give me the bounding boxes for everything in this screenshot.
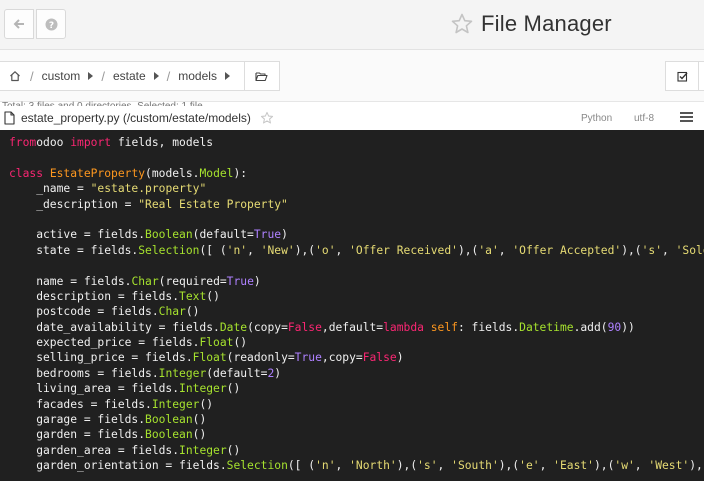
code-line: active = fields.Boolean(default=True) — [9, 228, 288, 242]
language-selector[interactable]: Python — [581, 113, 612, 124]
open-folder-button[interactable] — [243, 62, 268, 90]
code-line: garden_area = fields.Integer() — [9, 443, 241, 457]
code-line: garden = fields.Boolean() — [9, 428, 207, 442]
code-line: state = fields.Selection([ ('n', 'New'),… — [9, 243, 704, 257]
code-line: postcode = fields.Char() — [9, 305, 200, 319]
code-line: _name = "estate.property" — [9, 182, 207, 196]
encoding-selector[interactable]: utf-8 — [634, 113, 654, 124]
breadcrumb-label: custom — [41, 69, 81, 83]
code-line: living_area = fields.Integer() — [9, 382, 241, 396]
code-line: fromodoo import fields, models — [9, 136, 214, 149]
top-bar: ? File Manager — [0, 0, 704, 50]
page-title: File Manager — [481, 11, 612, 36]
code-content[interactable]: fromodoo import fields, models class Esta… — [9, 135, 704, 474]
code-line: expected_price = fields.Float() — [9, 336, 248, 350]
star-outline-icon[interactable] — [450, 12, 474, 36]
help-button[interactable]: ? — [36, 9, 66, 39]
code-line: garden_orientation = fields.Selection([ … — [9, 459, 704, 473]
code-line: bedrooms = fields.Integer(default=2) — [9, 366, 282, 380]
code-editor[interactable]: fromodoo import fields, models class Esta… — [0, 130, 704, 481]
svg-text:?: ? — [48, 21, 53, 31]
home-icon — [10, 71, 20, 82]
breadcrumb-bar: / custom / estate / models — [0, 50, 704, 102]
caret-right-icon[interactable] — [224, 72, 230, 80]
star-outline-icon[interactable] — [260, 111, 274, 125]
breadcrumb-label: estate — [112, 69, 146, 83]
check-square-icon — [676, 71, 688, 82]
file-header: estate_property.py (/custom/estate/model… — [0, 106, 704, 130]
breadcrumb-home[interactable] — [0, 62, 30, 90]
code-line: class EstateProperty(models.Model): — [9, 166, 248, 180]
code-line: garage = fields.Boolean() — [9, 413, 207, 427]
code-line: description = fields.Text() — [9, 289, 220, 303]
folder-open-icon — [255, 71, 268, 81]
selection-tools — [665, 61, 704, 91]
breadcrumb-item-estate[interactable]: estate — [105, 62, 167, 90]
back-button[interactable] — [4, 9, 34, 39]
caret-right-icon[interactable] — [153, 72, 159, 80]
hamburger-icon[interactable] — [680, 112, 693, 123]
code-line: selling_price = fields.Float(readonly=Tr… — [9, 351, 404, 365]
code-line: facades = fields.Integer() — [9, 397, 214, 411]
app-title-wrap: File Manager — [450, 8, 612, 40]
code-line: name = fields.Char(required=True) — [9, 274, 261, 288]
breadcrumb-item-custom[interactable]: custom — [34, 62, 102, 90]
question-icon: ? — [45, 18, 57, 31]
caret-right-icon[interactable] — [88, 72, 94, 80]
file-icon — [4, 111, 15, 125]
breadcrumb: / custom / estate / models — [0, 61, 280, 91]
select-all-button[interactable] — [666, 62, 699, 90]
code-line: date_availability = fields.Date(copy=Fal… — [9, 320, 635, 334]
breadcrumb-item-models[interactable]: models — [170, 62, 238, 90]
arrow-left-icon — [13, 19, 24, 29]
code-line: _description = "Real Estate Property" — [9, 197, 288, 211]
breadcrumb-label: models — [178, 69, 217, 83]
file-name: estate_property.py (/custom/estate/model… — [21, 111, 251, 125]
